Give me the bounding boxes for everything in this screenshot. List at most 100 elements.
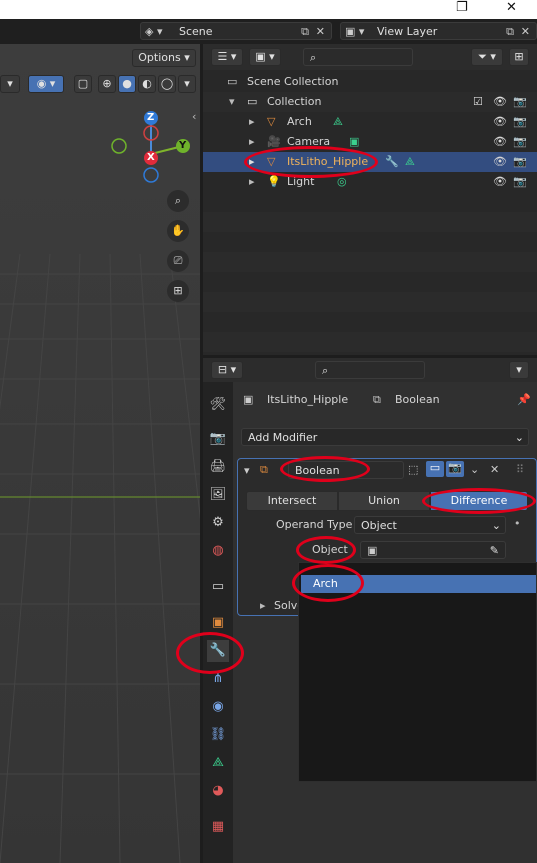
outliner-item-light[interactable]: ▸ 💡 Light ◎ 👁 📷	[203, 172, 537, 192]
modifier-menu-chevron-icon[interactable]: ⌄	[470, 463, 479, 476]
render-camera-icon[interactable]: 📷	[513, 172, 527, 192]
modifier-tab-icon[interactable]: 🔧	[207, 640, 229, 662]
shading-dropdown-icon[interactable]: ▾	[178, 75, 196, 93]
add-modifier-dropdown[interactable]: Add Modifier ⌄	[241, 428, 529, 446]
display-mode-icon[interactable]: ▣ ▾	[249, 48, 281, 66]
pin-icon[interactable]: 📌	[517, 388, 531, 412]
animate-property-dot[interactable]: •	[514, 517, 521, 530]
data-tab-icon[interactable]: ⟁	[207, 752, 229, 774]
drag-handle-icon[interactable]: ⠿	[516, 463, 524, 476]
render-toggle-icon[interactable]: 📷	[446, 461, 464, 477]
outliner-item-camera[interactable]: ▸ 🎥 Camera ▣ 👁 📷	[203, 132, 537, 152]
scene-tab-icon[interactable]: ⚙	[207, 512, 229, 534]
editor-type-icon[interactable]: ☰ ▾	[211, 48, 243, 66]
3d-viewport[interactable]: ▾ ◉ ▾ ▢ ⊕ ● ◐ ◯ ▾ Options ▾ Z Y X ‹ ⌕ ✋ …	[0, 44, 200, 863]
edit-mode-toggle-icon[interactable]: ⬚	[408, 463, 418, 476]
restore-window-icon[interactable]: ❐	[456, 0, 468, 15]
solid-shading-icon[interactable]: ●	[118, 75, 136, 93]
collection-visibility-icon[interactable]: 👁	[493, 92, 507, 112]
material-tab-icon[interactable]: ◕	[207, 780, 229, 802]
world-tab-icon[interactable]: ◍	[207, 540, 229, 562]
properties-editor: ⊟ ▾ ⌕ ▾ 🛠 📷 🖨 🖼 ⚙ ◍ ▭ ▣ 🔧 ⋔ ◉ ⛓ ⟁ ◕ ▦ ▣ …	[203, 358, 537, 863]
tool-tab-icon[interactable]: 🛠	[207, 394, 229, 416]
collection-checkbox-icon[interactable]: ☑	[473, 92, 483, 112]
scene-icon: ◈ ▾	[145, 25, 163, 38]
operation-selector: Intersect Union Difference	[246, 491, 528, 511]
viewport-toggle-icon[interactable]: ▭	[426, 461, 444, 477]
particles-tab-icon[interactable]: ⋔	[207, 668, 229, 690]
expand-icon[interactable]: ▸	[249, 112, 255, 132]
pan-hand-icon[interactable]: ✋	[167, 220, 189, 242]
op-intersect[interactable]: Intersect	[246, 491, 338, 511]
expand-icon[interactable]: ▸	[249, 152, 255, 172]
properties-tabs: 🛠 📷 🖨 🖼 ⚙ ◍ ▭ ▣ 🔧 ⋔ ◉ ⛓ ⟁ ◕ ▦	[203, 382, 233, 863]
scene-selector[interactable]: ◈ ▾ Scene ⧉ ✕	[140, 22, 332, 40]
object-search-item-arch[interactable]: Arch	[301, 575, 536, 593]
render-camera-icon[interactable]: 📷	[513, 112, 527, 132]
collection-tab-icon[interactable]: ▭	[207, 576, 229, 598]
op-difference[interactable]: Difference	[430, 491, 528, 511]
eyedropper-icon[interactable]: ✎	[490, 542, 499, 558]
outliner-item-arch[interactable]: ▸ ▽ Arch ⟁ 👁 📷	[203, 112, 537, 132]
filter-icon[interactable]: ⏷ ▾	[471, 48, 503, 66]
collection-label: Collection	[267, 95, 322, 108]
mesh-data-icon: ⟁	[333, 115, 343, 128]
operand-type-dropdown[interactable]: Object ⌄	[354, 516, 506, 534]
modifier-name-field[interactable]: Boolean	[288, 461, 404, 479]
outliner-search-input[interactable]: ⌕	[303, 48, 413, 66]
orthographic-grid-icon[interactable]: ⊞	[167, 280, 189, 302]
properties-editor-type-icon[interactable]: ⊟ ▾	[211, 361, 243, 379]
camera-view-icon[interactable]: ⎚	[167, 250, 189, 272]
render-camera-icon[interactable]: 📷	[513, 132, 527, 152]
new-collection-icon[interactable]: ⊞	[509, 48, 529, 66]
material-shading-icon[interactable]: ◐	[138, 75, 156, 93]
solver-expand-icon[interactable]: ▸	[260, 599, 266, 612]
visibility-eye-icon[interactable]: 👁	[493, 112, 507, 132]
constraints-tab-icon[interactable]: ⛓	[207, 724, 229, 746]
render-tab-icon[interactable]: 📷	[207, 428, 229, 450]
outliner: ☰ ▾ ▣ ▾ ⌕ ⏷ ▾ ⊞ ▭ Scene Collection ▾ ▭ C…	[203, 44, 537, 355]
viewport-left-dropdown[interactable]: ▾	[0, 75, 20, 93]
texture-tab-icon[interactable]: ▦	[207, 816, 229, 838]
visibility-eye-icon[interactable]: 👁	[493, 152, 507, 172]
collection-row[interactable]: ▾ ▭ Collection ☑ 👁 📷	[203, 92, 537, 112]
output-tab-icon[interactable]: 🖨	[207, 456, 229, 478]
visibility-eye-icon[interactable]: 👁	[493, 132, 507, 152]
copy-scene-icon[interactable]: ⧉	[301, 23, 309, 39]
remove-scene-icon[interactable]: ✕	[316, 23, 325, 39]
object-tab-icon[interactable]: ▣	[207, 612, 229, 634]
rendered-shading-icon[interactable]: ◯	[158, 75, 176, 93]
collection-render-icon[interactable]: 📷	[513, 92, 527, 112]
operand-type-label: Operand Type	[276, 518, 353, 531]
op-union[interactable]: Union	[338, 491, 430, 511]
properties-search-input[interactable]: ⌕	[315, 361, 425, 379]
view-layer-tab-icon[interactable]: 🖼	[207, 484, 229, 506]
visibility-eye-icon[interactable]: 👁	[493, 172, 507, 192]
remove-view-layer-icon[interactable]: ✕	[521, 23, 530, 39]
copy-view-layer-icon[interactable]: ⧉	[506, 23, 514, 39]
properties-options-dropdown[interactable]: ▾	[509, 361, 529, 379]
title-bar: ❐ ✕	[0, 0, 537, 19]
outliner-item-itslitho-hipple[interactable]: ▸ ▽ ItsLitho_Hipple 🔧 ⟁ 👁 📷	[203, 152, 537, 172]
collapse-sidebar-icon[interactable]: ‹	[192, 110, 196, 123]
close-window-icon[interactable]: ✕	[506, 0, 517, 15]
panel-collapse-icon[interactable]: ▾	[244, 464, 250, 477]
zoom-icon[interactable]: ⌕	[167, 190, 189, 212]
object-search-popup: Arch	[298, 562, 537, 782]
object-field-label: Object	[312, 543, 348, 556]
xray-icon[interactable]: ▢	[74, 75, 92, 93]
expand-icon[interactable]: ▸	[249, 132, 255, 152]
scene-collection-row[interactable]: ▭ Scene Collection	[203, 72, 537, 92]
object-picker-field[interactable]: ▣ ✎	[360, 541, 506, 559]
wireframe-shading-icon[interactable]: ⊕	[98, 75, 116, 93]
expand-icon[interactable]: ▸	[249, 172, 255, 192]
scene-collection-label: Scene Collection	[247, 75, 339, 88]
physics-tab-icon[interactable]: ◉	[207, 696, 229, 718]
collection-expand-icon[interactable]: ▾	[229, 92, 235, 112]
view-layer-selector[interactable]: ▣ ▾ View Layer ⧉ ✕	[340, 22, 537, 40]
render-camera-icon[interactable]: 📷	[513, 152, 527, 172]
viewport-header: ▾ ◉ ▾ ▢ ⊕ ● ◐ ◯ ▾ Options ▾	[0, 44, 200, 93]
overlay-toggle-icon[interactable]: ◉ ▾	[28, 75, 64, 93]
options-button[interactable]: Options ▾	[132, 49, 196, 67]
remove-modifier-icon[interactable]: ✕	[490, 463, 499, 476]
